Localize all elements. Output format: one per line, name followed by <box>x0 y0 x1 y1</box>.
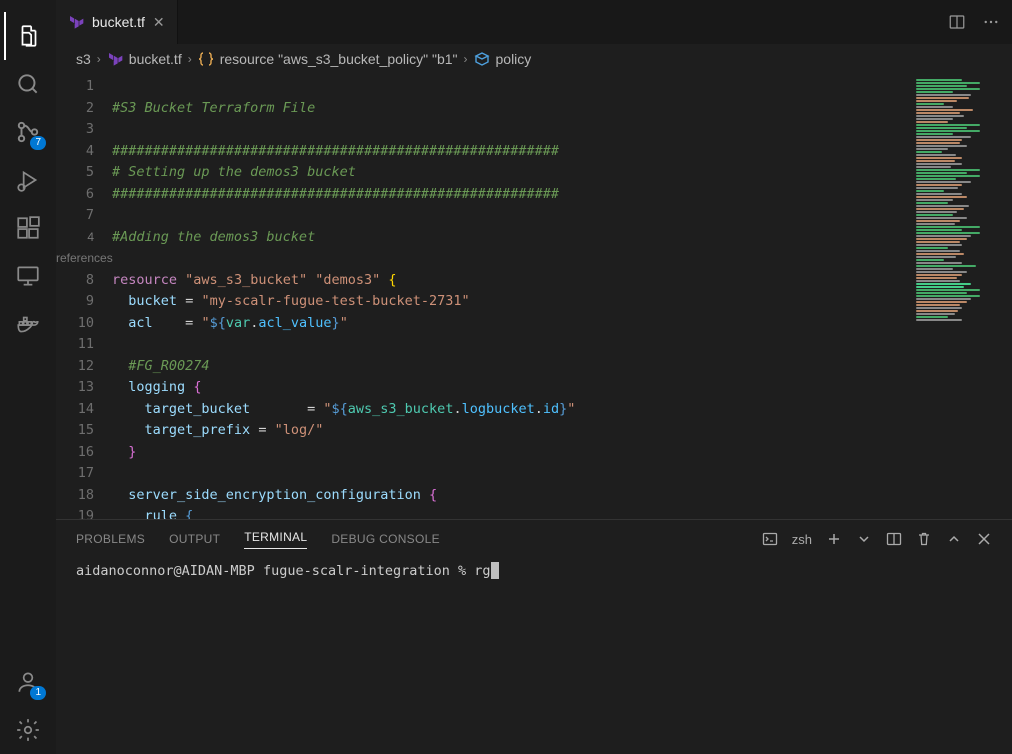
chevron-up-icon[interactable] <box>946 531 962 547</box>
terminal-content[interactable]: aidanoconnor@AIDAN-MBP fugue-scalr-integ… <box>56 558 1012 754</box>
terminal-prompt: aidanoconnor@AIDAN-MBP fugue-scalr-integ… <box>76 563 474 579</box>
tab-bucket-tf[interactable]: bucket.tf ✕ <box>56 0 178 44</box>
chevron-right-icon: › <box>97 52 101 66</box>
code-content[interactable]: #S3 Bucket Terraform File ##############… <box>112 74 912 519</box>
split-editor-icon[interactable] <box>948 13 966 31</box>
breadcrumb-symbol[interactable]: policy <box>496 51 532 67</box>
tab-filename: bucket.tf <box>92 14 145 30</box>
tab-bar: bucket.tf ✕ <box>56 0 1012 44</box>
breadcrumb-file[interactable]: bucket.tf <box>129 51 182 67</box>
source-control-icon[interactable]: 7 <box>4 108 52 156</box>
symbol-namespace-icon <box>198 51 214 67</box>
terminal-input[interactable]: rg <box>474 563 490 579</box>
tab-debug-console[interactable]: DEBUG CONSOLE <box>331 532 440 546</box>
editor[interactable]: 12345674 references891011121314151617181… <box>56 74 1012 519</box>
more-icon[interactable] <box>982 13 1000 31</box>
scm-badge: 7 <box>30 136 46 150</box>
minimap[interactable] <box>912 74 1012 519</box>
remote-explorer-icon[interactable] <box>4 252 52 300</box>
close-icon[interactable]: ✕ <box>153 14 165 31</box>
tab-terminal[interactable]: TERMINAL <box>244 530 307 549</box>
terraform-file-icon <box>68 14 84 30</box>
breadcrumb-resource[interactable]: resource "aws_s3_bucket_policy" "b1" <box>220 51 458 67</box>
plus-icon[interactable] <box>826 531 842 547</box>
explorer-icon[interactable] <box>4 12 52 60</box>
docker-icon[interactable] <box>4 300 52 348</box>
tab-output[interactable]: OUTPUT <box>169 532 220 546</box>
line-gutter: 12345674 references891011121314151617181… <box>56 74 112 519</box>
tab-problems[interactable]: PROBLEMS <box>76 532 145 546</box>
terminal-launch-icon[interactable] <box>762 531 778 547</box>
terraform-file-icon <box>107 51 123 67</box>
terminal-cursor <box>491 562 499 579</box>
settings-gear-icon[interactable] <box>4 706 52 754</box>
breadcrumb[interactable]: s3 › bucket.tf › resource "aws_s3_bucket… <box>56 44 1012 74</box>
codelens-references[interactable]: 4 references <box>56 227 94 270</box>
accounts-badge: 1 <box>30 686 46 700</box>
accounts-icon[interactable]: 1 <box>4 658 52 706</box>
terminal-shell-name[interactable]: zsh <box>792 532 812 547</box>
close-panel-icon[interactable] <box>976 531 992 547</box>
symbol-field-icon <box>474 51 490 67</box>
run-debug-icon[interactable] <box>4 156 52 204</box>
trash-icon[interactable] <box>916 531 932 547</box>
panel-tab-bar: PROBLEMS OUTPUT TERMINAL DEBUG CONSOLE z… <box>56 520 1012 558</box>
chevron-right-icon: › <box>464 52 468 66</box>
breadcrumb-folder[interactable]: s3 <box>76 51 91 67</box>
main-area: bucket.tf ✕ s3 › bucket.tf › resource "a… <box>56 0 1012 754</box>
chevron-right-icon: › <box>188 52 192 66</box>
extensions-icon[interactable] <box>4 204 52 252</box>
chevron-down-icon[interactable] <box>856 531 872 547</box>
split-terminal-icon[interactable] <box>886 531 902 547</box>
activity-bar: 7 1 <box>0 0 56 754</box>
bottom-panel: PROBLEMS OUTPUT TERMINAL DEBUG CONSOLE z… <box>56 519 1012 754</box>
search-icon[interactable] <box>4 60 52 108</box>
